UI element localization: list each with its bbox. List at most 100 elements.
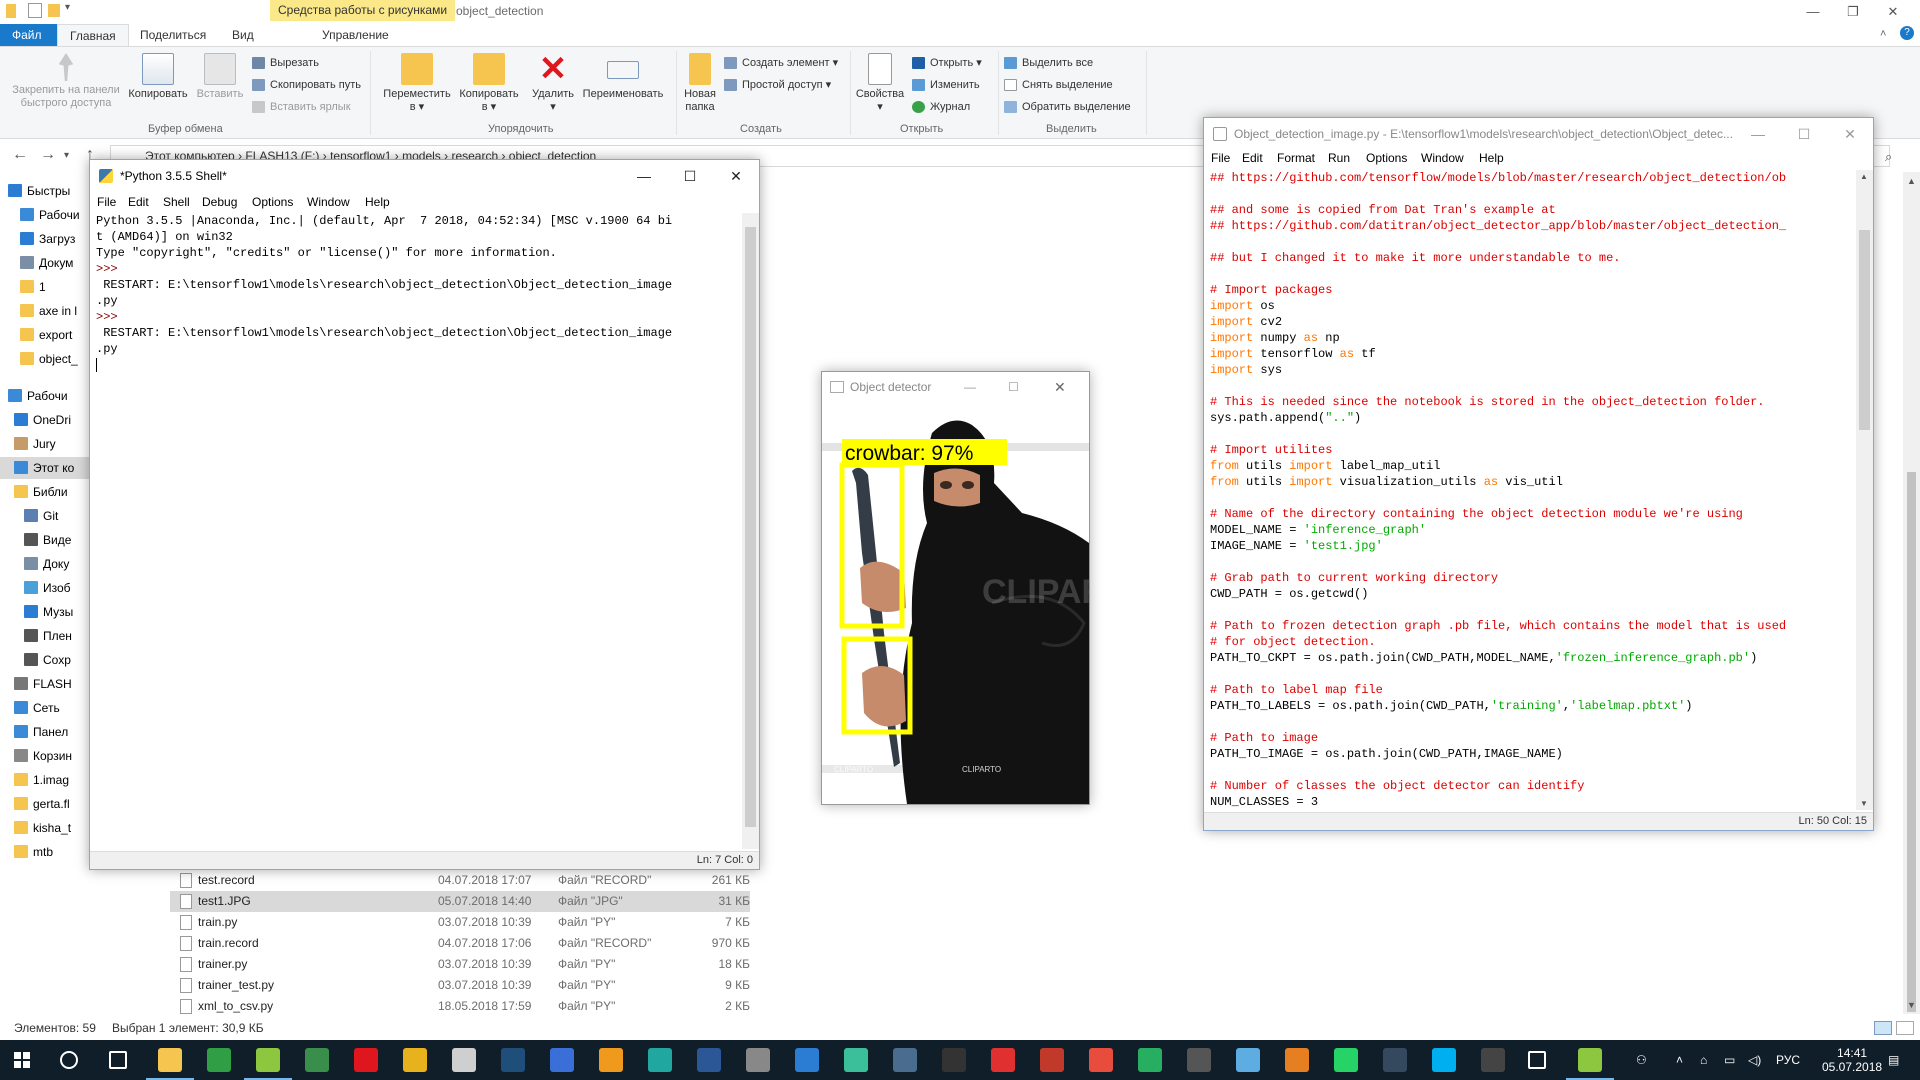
scroll-down-icon[interactable]: ▼ (1860, 799, 1868, 808)
nav-item[interactable]: 1 (0, 276, 92, 298)
nav-item[interactable]: Доку (0, 553, 92, 575)
battery-icon[interactable]: ▭ (1724, 1040, 1735, 1080)
shell-close-button[interactable]: ✕ (713, 160, 759, 192)
globe-icon[interactable] (746, 1048, 770, 1072)
sheets-icon[interactable] (305, 1048, 329, 1072)
nav-item[interactable]: Корзин (0, 745, 92, 767)
notifications-icon[interactable]: ▤ (1888, 1040, 1899, 1080)
editor-minimize-button[interactable]: — (1735, 118, 1781, 150)
file-row[interactable]: train.py 03.07.2018 10:39 Файл "PY" 7 КБ (170, 912, 750, 933)
pin-quick-access-button[interactable]: Закрепить на панели быстрого доступа (6, 53, 126, 110)
shell-maximize-button[interactable]: ☐ (667, 160, 713, 192)
nav-item[interactable]: kisha_t (0, 817, 92, 839)
edit-button[interactable]: Изменить (910, 76, 980, 94)
scroll-down-icon[interactable]: ▼ (1907, 1000, 1916, 1010)
chrome-icon[interactable] (403, 1048, 427, 1072)
green-app-icon[interactable] (1138, 1048, 1162, 1072)
shell-menu-window[interactable]: Window (307, 195, 350, 209)
paste-button[interactable]: Вставить (192, 53, 248, 101)
new-item-button[interactable]: Создать элемент ▾ (722, 54, 838, 72)
shell-scroll-thumb[interactable] (745, 227, 756, 827)
file-row[interactable]: trainer.py 03.07.2018 10:39 Файл "PY" 18 КБ (170, 954, 750, 975)
editor-scrollbar[interactable]: ▲ ▼ (1856, 170, 1873, 810)
nav-item[interactable]: object_ (0, 348, 92, 370)
file-row[interactable]: trainer_test.py 03.07.2018 10:39 Файл "PY"… (170, 975, 750, 996)
nav-item[interactable]: Виде (0, 529, 92, 551)
opera-icon[interactable] (354, 1048, 378, 1072)
volume-icon[interactable]: ◁) (1748, 1040, 1761, 1080)
shell-output[interactable]: Python 3.5.5 |Anaconda, Inc.| (default, … (96, 213, 740, 849)
explorer-icon[interactable] (158, 1048, 182, 1072)
tab-file[interactable]: Файл (0, 24, 57, 46)
app-orange-icon[interactable] (1285, 1048, 1309, 1072)
task-view-icon[interactable] (109, 1051, 127, 1069)
detector-maximize-button[interactable]: ☐ (1008, 372, 1019, 403)
media-icon[interactable] (991, 1048, 1015, 1072)
editor-menu-run[interactable]: Run (1328, 151, 1350, 165)
nav-item[interactable]: Этот ко (0, 457, 92, 479)
new-folder-quick-icon[interactable] (48, 4, 60, 17)
file-row[interactable]: xml_to_csv.py 18.05.2018 17:59 Файл "PY" 2 … (170, 996, 750, 1017)
file-row[interactable]: test.record 04.07.2018 17:07 Файл "RECORD"… (170, 870, 750, 891)
tab-manage[interactable]: Управление (310, 24, 401, 46)
forward-arrow-icon[interactable]: → (40, 146, 56, 164)
shell-menu-edit[interactable]: Edit (128, 195, 149, 209)
nav-item[interactable]: Загруз (0, 228, 92, 250)
ribbon-collapse-icon[interactable]: ˄ (1880, 28, 1886, 40)
app-blue-icon[interactable] (1236, 1048, 1260, 1072)
tiles-view-icon[interactable] (1896, 1021, 1914, 1035)
recent-locations-icon[interactable]: ▾ (64, 150, 69, 161)
code-editor[interactable]: ## https://github.com/tensorflow/models/… (1210, 170, 1852, 810)
select-all-button[interactable]: Выделить все (1002, 54, 1093, 72)
editor-menu-options[interactable]: Options (1366, 151, 1407, 165)
nav-item[interactable]: 1.imag (0, 769, 92, 791)
terminal-icon[interactable] (1481, 1048, 1505, 1072)
network-app-icon[interactable] (795, 1048, 819, 1072)
detector-close-button[interactable]: ✕ (1054, 372, 1066, 403)
idle-doc-icon[interactable] (1578, 1048, 1602, 1072)
m-app-icon[interactable] (844, 1048, 868, 1072)
quick-access-dropdown-icon[interactable]: ▾ (65, 2, 70, 13)
move-to-button[interactable]: Переместить в ▾ (378, 53, 456, 114)
close-button[interactable]: ✕ (1878, 2, 1908, 22)
nav-item[interactable]: axe in l (0, 300, 92, 322)
editor-maximize-button[interactable]: ☐ (1781, 118, 1827, 150)
new-folder-button[interactable]: Новая папка (680, 53, 720, 114)
detector-minimize-button[interactable]: — (964, 372, 976, 403)
shell-menu-debug[interactable]: Debug (202, 195, 237, 209)
idle-icon[interactable] (256, 1048, 280, 1072)
paste-shortcut-button[interactable]: Вставить ярлык (250, 98, 351, 116)
whatsapp-icon[interactable] (1334, 1048, 1358, 1072)
editor-menu-edit[interactable]: Edit (1242, 151, 1263, 165)
powershell-icon[interactable] (697, 1048, 721, 1072)
select-none-button[interactable]: Снять выделение (1002, 76, 1113, 94)
editor-menu-file[interactable]: File (1211, 151, 1230, 165)
invert-selection-button[interactable]: Обратить выделение (1002, 98, 1131, 116)
shell-menu-file[interactable]: File (97, 195, 116, 209)
tray-expand-icon[interactable]: ˄ (1676, 1040, 1683, 1080)
copy-button[interactable]: Копировать (126, 53, 190, 101)
nav-item[interactable]: Музы (0, 601, 92, 623)
nav-item[interactable]: Панел (0, 721, 92, 743)
shell-minimize-button[interactable]: — (621, 160, 667, 192)
sublime-icon[interactable] (599, 1048, 623, 1072)
back-arrow-icon[interactable]: ← (12, 146, 28, 164)
minimize-button[interactable]: — (1798, 2, 1828, 22)
app-purple-icon[interactable] (1383, 1048, 1407, 1072)
copy-to-button[interactable]: Копировать в ▾ (454, 53, 524, 114)
scroll-up-icon[interactable]: ▲ (1860, 172, 1868, 181)
properties-quick-icon[interactable] (28, 3, 42, 18)
shell-scrollbar[interactable] (742, 213, 759, 849)
steam-icon[interactable] (893, 1048, 917, 1072)
help-icon[interactable]: ? (1900, 26, 1914, 40)
nav-item[interactable]: Сохр (0, 649, 92, 671)
nav-item[interactable]: export (0, 324, 92, 346)
editor-menu-format[interactable]: Format (1277, 151, 1315, 165)
scroll-up-icon[interactable]: ▲ (1907, 176, 1916, 186)
file-row[interactable]: test1.JPG 05.07.2018 14:40 Файл "JPG" 31 КБ (170, 891, 750, 912)
photoshop-icon[interactable] (501, 1048, 525, 1072)
teams-icon[interactable] (550, 1048, 574, 1072)
nav-item[interactable]: Рабочи (0, 204, 92, 226)
tab-view[interactable]: Вид (220, 24, 266, 46)
open-button[interactable]: Открыть ▾ (910, 54, 982, 72)
